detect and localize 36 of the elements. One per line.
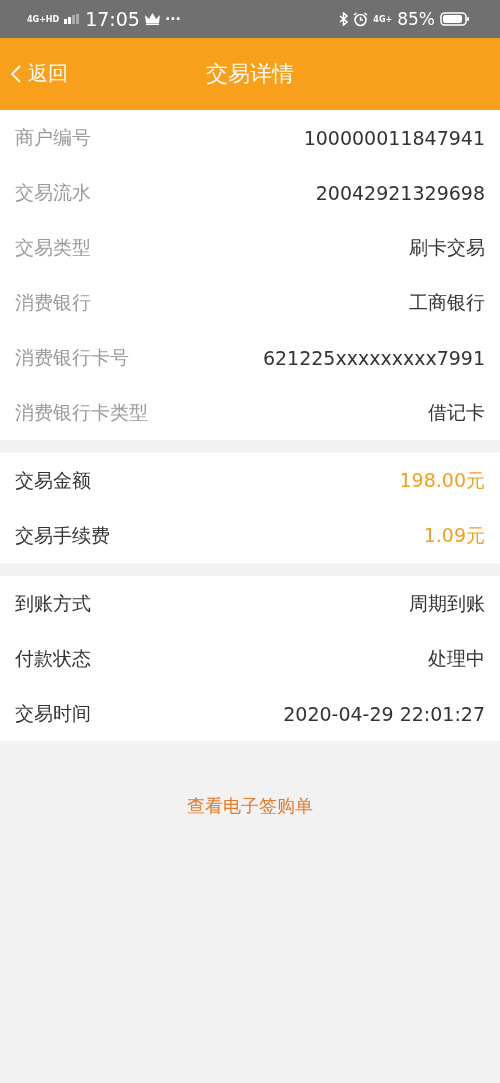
field-label: 消费银行卡类型 — [15, 399, 148, 425]
bluetooth-icon — [339, 12, 349, 26]
field-value: 1.09元 — [423, 522, 485, 548]
field-label: 消费银行 — [15, 289, 91, 315]
alarm-icon — [353, 11, 369, 27]
page-title: 交易详情 — [206, 60, 294, 88]
network-label: 4G+HD — [27, 14, 60, 24]
chevron-left-icon — [10, 63, 22, 84]
field-value: 20042921329698 — [315, 181, 485, 204]
network-label: 4G+ — [373, 14, 393, 24]
field-label: 交易手续费 — [15, 522, 110, 548]
field-value: 处理中 — [428, 645, 485, 671]
field-value: 621225xxxxxxxxx7991 — [262, 346, 485, 369]
field-label: 交易金额 — [15, 467, 91, 493]
field-value: 2020-04-29 22:01:27 — [283, 702, 485, 725]
more-label: ··· — [164, 11, 181, 27]
field-label: 交易时间 — [15, 700, 91, 726]
battery-percent: 85% — [397, 9, 435, 29]
field-value: 周期到账 — [409, 590, 485, 616]
field-value: 刷卡交易 — [409, 234, 485, 260]
battery-icon — [440, 12, 470, 26]
back-button[interactable]: 返回 — [8, 58, 70, 89]
field-label: 交易流水 — [15, 179, 91, 205]
clock-time: 17:05 — [85, 8, 140, 30]
crown-icon — [144, 13, 160, 25]
field-label: 商户编号 — [15, 124, 91, 150]
field-label: 到账方式 — [15, 590, 91, 616]
field-value: 借记卡 — [428, 399, 485, 425]
field-label: 付款状态 — [15, 645, 91, 671]
field-value: 工商银行 — [409, 289, 485, 315]
field-value: 100000011847941 — [303, 126, 485, 149]
field-value: 198.00元 — [399, 467, 485, 493]
field-label: 交易类型 — [15, 234, 91, 260]
view-receipt-link[interactable]: 查看电子签购单 — [187, 794, 313, 818]
signal-icon — [64, 14, 81, 24]
field-label: 消费银行卡号 — [15, 344, 129, 370]
